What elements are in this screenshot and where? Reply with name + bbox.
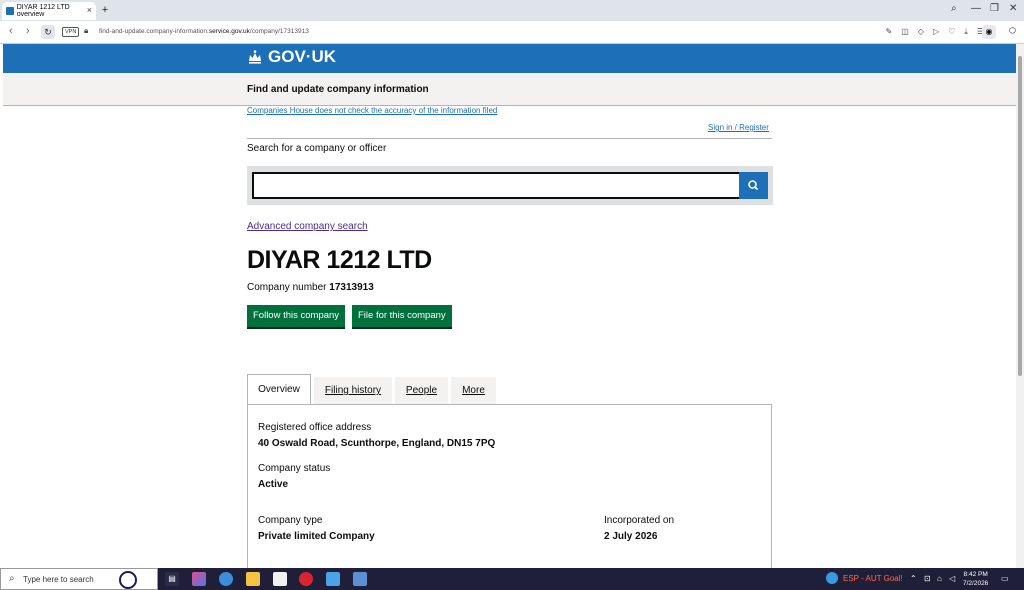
new-tab-button[interactable]: + [99, 4, 111, 16]
address-label: Registered office address [258, 422, 372, 433]
govuk-logo[interactable]: GOV·UK [247, 47, 336, 67]
restore-icon[interactable]: ❐ [990, 3, 999, 14]
search-input[interactable] [252, 172, 741, 199]
volume-icon[interactable]: ◁ [949, 574, 955, 583]
divider [247, 138, 772, 139]
browser-tab[interactable]: DIYAR 1212 LTD overview × [2, 2, 96, 20]
address-value: 40 Oswald Road, Scunthorpe, England, DN1… [258, 438, 496, 449]
file-for-company-button[interactable]: File for this company [352, 305, 452, 329]
status-value: Active [258, 479, 289, 490]
close-window-icon[interactable]: ✕ [1009, 3, 1017, 14]
tab-people[interactable]: People [395, 377, 448, 404]
search-tabs-icon[interactable]: ⌕ [951, 3, 957, 14]
vpn-badge[interactable]: VPN [62, 27, 80, 37]
heart-icon[interactable]: ♡ [948, 27, 955, 37]
camera-icon[interactable]: ◫ [901, 27, 909, 37]
tab-overview[interactable]: Overview [247, 374, 311, 405]
company-type-label: Company type [258, 515, 323, 526]
opera-icon[interactable] [299, 572, 313, 586]
play-icon[interactable]: ▷ [933, 27, 939, 37]
tab-more[interactable]: More [451, 377, 496, 404]
address-bar[interactable]: find-and-update.company-information.serv… [99, 28, 309, 35]
tab-filing-history[interactable]: Filing history [314, 377, 392, 404]
service-header: Find and update company information [3, 73, 1016, 106]
file-explorer-icon[interactable] [246, 572, 260, 586]
shield-icon[interactable]: ◇ [918, 27, 924, 37]
scrollbar-thumb[interactable] [1018, 56, 1022, 376]
taskbar-search-placeholder: Type here to search [23, 575, 94, 584]
close-tab-icon[interactable]: × [87, 5, 92, 15]
news-icon[interactable] [826, 572, 838, 584]
football-icon[interactable] [119, 571, 137, 589]
status-label: Company status [258, 463, 331, 474]
lock-icon[interactable]: 🔒︎ [84, 26, 88, 36]
incorporated-label: Incorporated on [604, 515, 675, 526]
gov-header: GOV·UK [3, 44, 1016, 73]
page-scrollbar[interactable] [1016, 44, 1024, 568]
company-number-label: Company number [247, 282, 327, 293]
reload-icon[interactable]: ↻ [41, 25, 55, 39]
browser-tab-title: DIYAR 1212 LTD overview [16, 4, 70, 18]
advanced-search-link[interactable]: Advanced company search [247, 221, 368, 232]
service-name[interactable]: Find and update company information [247, 84, 429, 95]
app-icon[interactable] [326, 572, 340, 586]
search-button[interactable] [739, 172, 768, 199]
clock-time: 8:42 PM [963, 571, 988, 578]
company-number-value: 17313913 [329, 282, 374, 293]
url-path: /company/17313913 [249, 28, 309, 35]
gov-favicon-icon [6, 7, 14, 15]
search-box [247, 166, 773, 205]
accuracy-notice-link[interactable]: Companies House does not check the accur… [247, 106, 497, 115]
download-icon[interactable]: ⤓ [964, 27, 968, 37]
company-number: Company number 17313913 [247, 282, 374, 293]
back-icon[interactable]: ‹ [9, 25, 13, 37]
follow-company-button[interactable]: Follow this company [247, 305, 346, 329]
govuk-logo-text: GOV·UK [268, 47, 336, 66]
search-label: Search for a company or officer [247, 143, 387, 154]
browser-toolbar: ‹ › ↻ VPN 🔒︎ find-and-update.company-inf… [0, 21, 1024, 44]
tray-chevron-icon[interactable]: ⌃ [910, 574, 917, 583]
edit-icon[interactable]: ✎ [886, 27, 893, 37]
news-ticker[interactable]: ESP - AUT Goal! [843, 574, 903, 583]
store-icon[interactable] [273, 572, 287, 586]
network-icon[interactable]: ⊡ [924, 574, 931, 583]
company-name: DIYAR 1212 LTD [247, 246, 432, 274]
incorporated-value: 2 July 2026 [604, 531, 658, 542]
taskbar: ⌕ Type here to search ▤ ESP - AUT Goal! … [0, 568, 1024, 590]
copilot-icon[interactable] [192, 572, 206, 586]
system-clock[interactable]: 8:42 PM 7/2/2026 [963, 570, 988, 588]
browser-tab-bar: DIYAR 1212 LTD overview × + ⌕ — ❐ ✕ [0, 0, 1024, 21]
taskbar-search[interactable]: ⌕ Type here to search [0, 568, 158, 590]
browser-app-icon[interactable] [219, 572, 233, 586]
crown-icon [249, 50, 261, 64]
notifications-icon[interactable]: ▭ [1001, 574, 1009, 583]
extension-icon[interactable]: ⬡ [1009, 26, 1016, 35]
wifi-icon[interactable]: ⌂ [937, 574, 942, 583]
task-view-icon[interactable]: ▤ [165, 572, 179, 586]
overview-panel: Registered office address 40 Oswald Road… [247, 404, 772, 568]
taskbar-search-icon: ⌕ [9, 573, 15, 584]
url-domain: service.gov.uk [208, 28, 250, 35]
profile-icon[interactable]: ◉ [982, 25, 996, 39]
search-icon [748, 180, 759, 191]
company-type-value: Private limited Company [258, 531, 375, 542]
web-page: GOV·UK Find and update company informati… [3, 44, 1016, 568]
calculator-icon[interactable] [353, 572, 367, 586]
clock-date: 7/2/2026 [963, 580, 989, 587]
forward-icon[interactable]: › [26, 25, 30, 37]
sign-in-link[interactable]: Sign in / Register [708, 123, 769, 132]
url-prefix: find-and-update.company-information. [99, 28, 209, 35]
toolbar-icons: ✎ ◫ ◇ ▷ ♡ ⤓ ☰ [886, 27, 984, 37]
minimize-icon[interactable]: — [971, 3, 981, 14]
